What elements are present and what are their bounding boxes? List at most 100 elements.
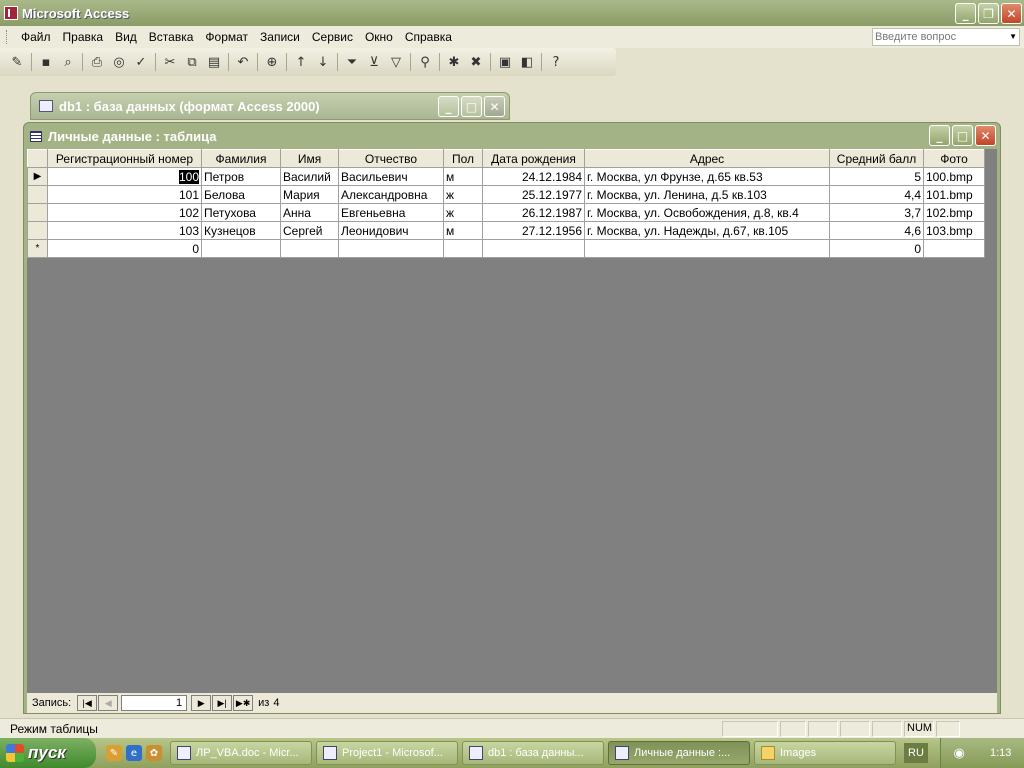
sort-descending-icon[interactable]: ↓	[312, 51, 334, 73]
cell-reg-selected[interactable]: 100	[178, 169, 199, 184]
table-row[interactable]: ▶ 100 Петров Василий Васильевич м 24.12.…	[27, 167, 985, 186]
cell-address[interactable]: г. Москва, ул. Ленина, д.5 кв.103	[584, 185, 830, 204]
database-window-icon[interactable]: ▣	[494, 51, 516, 73]
cell-avg[interactable]: 0	[829, 239, 924, 258]
copy-icon[interactable]: ⧉	[181, 51, 203, 73]
sort-ascending-icon[interactable]: ↑	[290, 51, 312, 73]
cell-avg[interactable]: 3,7	[829, 203, 924, 222]
ask-question-input[interactable]: Введите вопрос ▼	[872, 28, 1020, 46]
cell-sex[interactable]: м	[443, 167, 483, 186]
help-icon[interactable]: ?	[545, 51, 567, 73]
row-selector[interactable]	[27, 221, 48, 240]
taskbar-item-word[interactable]: ЛР_VBA.doc - Micr...	[170, 741, 312, 765]
cell-photo[interactable]: 102.bmp	[923, 203, 985, 222]
cell-address[interactable]: г. Москва, ул Фрунзе, д.65 кв.53	[584, 167, 830, 186]
table-row[interactable]: 102 Петухова Анна Евгеньевна ж 26.12.198…	[27, 203, 985, 222]
cell-avg[interactable]: 4,4	[829, 185, 924, 204]
cell-patronymic[interactable]	[338, 239, 444, 258]
cell-dob[interactable]	[482, 239, 585, 258]
column-header[interactable]: Средний балл	[829, 149, 924, 168]
search-file-icon[interactable]: ⌕	[57, 51, 79, 73]
table-row[interactable]: 101 Белова Мария Александровна ж 25.12.1…	[27, 185, 985, 204]
cell-photo[interactable]: 100.bmp	[923, 167, 985, 186]
cell-reg[interactable]: 101	[47, 185, 202, 204]
table-close-button[interactable]: ✕	[975, 125, 996, 146]
cell-name[interactable]: Сергей	[280, 221, 339, 240]
cell-avg[interactable]: 5	[829, 167, 924, 186]
cell-surname[interactable]: Петров	[201, 167, 281, 186]
save-icon[interactable]: ▪	[35, 51, 57, 73]
quick-launch-app-icon[interactable]: ✿	[146, 745, 162, 761]
cell-name[interactable]	[280, 239, 339, 258]
cell-sex[interactable]: м	[443, 221, 483, 240]
menu-edit[interactable]: Правка	[57, 27, 110, 47]
cell-dob[interactable]: 25.12.1977	[482, 185, 585, 204]
cell-address[interactable]: г. Москва, ул. Освобождения, д.8, кв.4	[584, 203, 830, 222]
cell-name[interactable]: Василий	[280, 167, 339, 186]
cell-reg[interactable]: 102	[47, 203, 202, 222]
row-selector[interactable]	[27, 203, 48, 222]
cell-patronymic[interactable]: Александровна	[338, 185, 444, 204]
cell-surname[interactable]: Петухова	[201, 203, 281, 222]
menu-window[interactable]: Окно	[359, 27, 399, 47]
column-header[interactable]: Регистрационный номер	[47, 149, 202, 168]
quick-launch-pencil-icon[interactable]: ✎	[106, 745, 122, 761]
menu-insert[interactable]: Вставка	[143, 27, 200, 47]
menu-records[interactable]: Записи	[254, 27, 306, 47]
tray-app-icon[interactable]: ◉	[954, 745, 965, 761]
cell-reg[interactable]: 0	[47, 239, 202, 258]
table-row[interactable]: 103 Кузнецов Сергей Леонидович м 27.12.1…	[27, 221, 985, 240]
cell-address[interactable]: г. Москва, ул. Надежды, д.67, кв.105	[584, 221, 830, 240]
menu-view[interactable]: Вид	[109, 27, 143, 47]
filter-by-form-icon[interactable]: ⊻	[363, 51, 385, 73]
table-window-titlebar[interactable]: Личные данные : таблица _ □ ✕	[24, 123, 1000, 149]
new-record-button[interactable]: ▶✱	[233, 695, 254, 711]
column-header[interactable]: Дата рождения	[482, 149, 585, 168]
cut-icon[interactable]: ✂	[159, 51, 181, 73]
new-record-marker[interactable]: *	[27, 239, 48, 258]
menu-file[interactable]: Файл	[15, 27, 57, 47]
table-minimize-button[interactable]: _	[929, 125, 950, 146]
paste-icon[interactable]: ▤	[203, 51, 225, 73]
column-header[interactable]: Имя	[280, 149, 339, 168]
apply-filter-icon[interactable]: ▽	[385, 51, 407, 73]
last-record-button[interactable]: ▶|	[212, 695, 233, 711]
restore-button[interactable]: ❐	[978, 3, 999, 24]
next-record-button[interactable]: ▶	[191, 695, 212, 711]
taskbar-item-personal-data[interactable]: Личные данные :...	[608, 741, 750, 765]
new-record-row[interactable]: * 0 0	[27, 239, 985, 258]
row-selector[interactable]	[27, 185, 48, 204]
clock[interactable]: 1:13	[990, 747, 1011, 759]
cell-dob[interactable]: 24.12.1984	[482, 167, 585, 186]
find-icon[interactable]: ⚲	[414, 51, 436, 73]
cell-patronymic[interactable]: Евгеньевна	[338, 203, 444, 222]
cell-name[interactable]: Мария	[280, 185, 339, 204]
design-view-icon[interactable]: ✎	[6, 51, 28, 73]
close-button[interactable]: ✕	[1001, 3, 1022, 24]
menu-format[interactable]: Формат	[199, 27, 254, 47]
db-maximize-button[interactable]: □	[461, 96, 482, 117]
start-button[interactable]: пуск	[0, 738, 96, 768]
minimize-button[interactable]: _	[955, 3, 976, 24]
cell-dob[interactable]: 26.12.1987	[482, 203, 585, 222]
cell-address[interactable]	[584, 239, 830, 258]
cell-reg[interactable]: 103	[47, 221, 202, 240]
cell-sex[interactable]: ж	[443, 203, 483, 222]
column-header[interactable]: Отчество	[338, 149, 444, 168]
cell-photo[interactable]: 101.bmp	[923, 185, 985, 204]
current-record-marker[interactable]: ▶	[27, 167, 48, 186]
cell-dob[interactable]: 27.12.1956	[482, 221, 585, 240]
menu-help[interactable]: Справка	[399, 27, 458, 47]
column-header[interactable]: Фамилия	[201, 149, 281, 168]
cell-name[interactable]: Анна	[280, 203, 339, 222]
taskbar-item-db1[interactable]: db1 : база данны...	[462, 741, 604, 765]
select-all-cell[interactable]	[27, 149, 48, 168]
column-header[interactable]: Адрес	[584, 149, 830, 168]
column-header[interactable]: Фото	[923, 149, 985, 168]
delete-record-icon[interactable]: ✖	[465, 51, 487, 73]
filter-by-selection-icon[interactable]: ⏷	[341, 51, 363, 73]
hyperlink-icon[interactable]: ⊕	[261, 51, 283, 73]
current-record-input[interactable]: 1	[121, 695, 188, 711]
cell-patronymic[interactable]: Васильевич	[338, 167, 444, 186]
cell-patronymic[interactable]: Леонидович	[338, 221, 444, 240]
